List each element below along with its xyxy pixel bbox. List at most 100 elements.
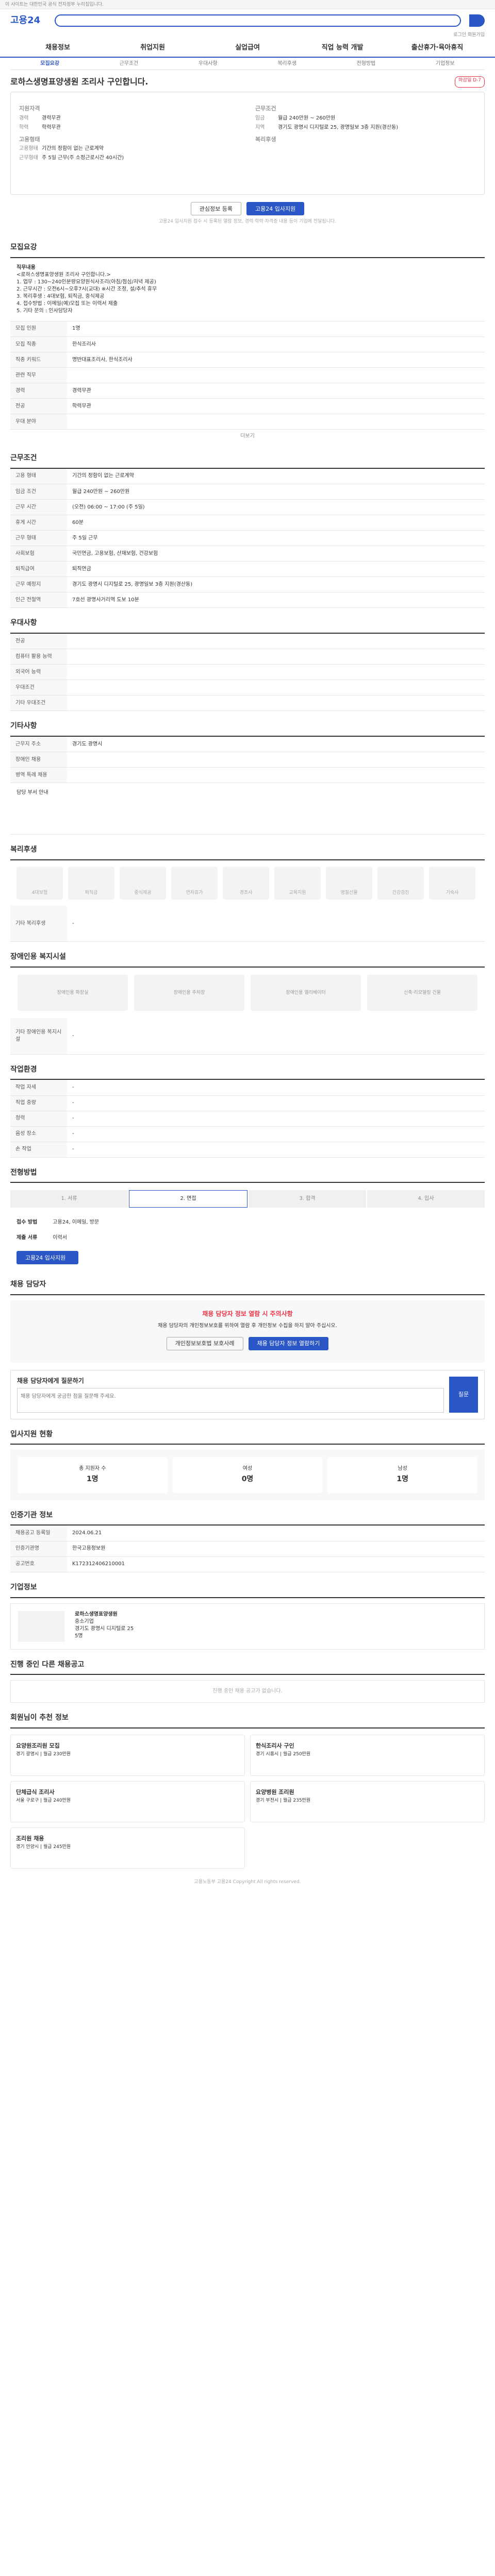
job-desc-title: 직무내용 [16, 264, 36, 270]
kv-key: 고용 형태 [10, 468, 67, 485]
nav-benefit[interactable]: 실업급여 [200, 43, 295, 53]
kv-key: 근무 형태 [10, 530, 67, 547]
kv-key: 기타 장애인용 복지시설 [10, 1018, 67, 1055]
qna-input[interactable] [17, 1388, 444, 1413]
kv-val: 2024.06.21 [67, 1526, 485, 1541]
kv-key: 임금 조건 [10, 484, 67, 500]
kv-val: 7호선 광명사거리역 도보 10분 [67, 592, 485, 608]
kv-val [67, 649, 485, 665]
form-heading: 고용형태 [19, 135, 40, 143]
reco-card[interactable]: 조리원 채용 경기 안양시 | 월급 245만원 [10, 1827, 245, 1869]
kv-val [67, 680, 485, 696]
grid-item: 연차휴가 [171, 866, 218, 900]
nav-jobs[interactable]: 채용정보 [10, 43, 105, 53]
grid-item: 장애인용 주차장 [134, 975, 244, 1011]
kv-val: 월급 240만원 ~ 260만원 [67, 484, 485, 500]
kv-key: 공고번호 [10, 1556, 67, 1572]
kv-val: - [67, 1126, 485, 1142]
tab-pref[interactable]: 우대사항 [169, 60, 248, 67]
kv-val [67, 414, 485, 430]
kv-key: 근무지 주소 [10, 736, 67, 753]
tab-recruit[interactable]: 모집요강 [10, 60, 89, 67]
tab-company[interactable]: 기업정보 [406, 60, 485, 67]
reco-title: 단체급식 조리사 [16, 1788, 55, 1795]
footer: 고용노동부 고용24 Copyright All rights reserved… [194, 1879, 301, 1885]
privacy-button[interactable]: 개인정보보호법 보호사례 [166, 1336, 243, 1350]
kv-key: 퇴직급여 [10, 561, 67, 578]
kv-key: 컴퓨터 활용 능력 [10, 649, 67, 665]
reco-meta: 경기 안양시 | 월급 245만원 [16, 1844, 71, 1850]
kv-val: 경기도 광명시 디지털로 25, 광명일보 3층 지원(경산동) [67, 577, 485, 593]
grid-item: 4대보험 [16, 866, 63, 900]
nav-training[interactable]: 직업 능력 개발 [295, 43, 390, 53]
stat-female: 여성 0명 [172, 1457, 323, 1493]
kv-key: 모집 인원 [10, 321, 67, 337]
work-section: 근무조건 고용 형태 기간의 정함이 없는 근로계약 임금 조건 월급 240만원 ~… [10, 443, 485, 608]
tab-welfare[interactable]: 복리후생 [248, 60, 326, 67]
kv-val: 주 5일 근무 [67, 530, 485, 547]
view-contact-button[interactable]: 채용 담당자 정보 열람하기 [248, 1336, 329, 1350]
section-title: 전형방법 [10, 1168, 485, 1183]
nav-support[interactable]: 취업지원 [105, 43, 200, 53]
section-title: 우대사항 [10, 618, 485, 634]
warning-title: 채용 담당자 정보 열람 시 주의사항 [202, 1310, 293, 1317]
scrap-button[interactable]: 관심정보 등록 [190, 202, 241, 216]
reco-meta: 경기 부천시 | 월급 235만원 [256, 1798, 311, 1804]
contact-section: 채용 담당자 채용 담당자 정보 열람 시 주의사항 채용 담당자의 개인정보보… [10, 1269, 485, 1419]
kv-val: K172312406210001 [67, 1556, 485, 1572]
kv-val: - [67, 1095, 485, 1111]
kv-val: 1명 [67, 321, 485, 337]
kv-val: 한국고용정보원 [67, 1541, 485, 1557]
kv-val: 한식조리사 [67, 336, 485, 353]
kv-val: 기간의 정함이 없는 근로계약 [42, 146, 104, 152]
tab-process[interactable]: 전형방법 [326, 60, 405, 67]
job-summary: 지원자격 경력 경력무관 학력 학력무관 고용형태 고용형태 기간의 정함이 없는 근… [10, 92, 485, 195]
company-section: 기업정보 로하스생명표양생원 중소기업 경기도 광명시 디지털로 25 5명 [10, 1572, 485, 1650]
kv-val: 국민연금, 고용보험, 산재보험, 건강보험 [67, 546, 485, 562]
qual-heading: 지원자격 [19, 105, 40, 112]
warning-text: 채용 담당자의 개인정보보호를 위하여 열람 후 개인정보 수집을 하지 말아 … [158, 1323, 337, 1329]
section-title: 모집요강 [10, 243, 485, 258]
section-title: 장애인용 복지시설 [10, 952, 485, 968]
company-addr: 경기도 광명시 디지털로 25 [75, 1625, 134, 1632]
reco-card[interactable]: 한식조리사 구인 경기 시흥시 | 월급 250만원 [250, 1734, 485, 1776]
kv-key: 학력 [19, 124, 29, 130]
reco-card[interactable]: 요양병원 조리원 경기 부천시 | 월급 235만원 [250, 1781, 485, 1822]
search-icon[interactable] [469, 14, 485, 27]
kv-key: 인증기관명 [10, 1541, 67, 1557]
step-1: 1. 서류 [10, 1190, 128, 1208]
reco-card[interactable]: 요양원조리원 모집 경기 광명시 | 월급 230만원 [10, 1734, 245, 1776]
search-input[interactable] [55, 14, 461, 27]
kv-key: 근무 시간 [10, 499, 67, 516]
kv-val: 주 5일 근무(주 소정근로시간 40시간) [42, 155, 124, 161]
company-emp: 5명 [75, 1633, 83, 1639]
kv-key: 기타 복리후생 [10, 905, 67, 942]
nav-leave[interactable]: 출산휴가·육아휴직 [390, 43, 485, 53]
kv-val: 명반대표조리사, 한식조리사 [67, 352, 485, 368]
kv-val: 기간의 정함이 없는 근로계약 [67, 468, 485, 485]
tab-work[interactable]: 근무조건 [89, 60, 168, 67]
site-logo[interactable]: 고용24 [10, 14, 46, 27]
kv-key: 음성 장소 [10, 1126, 67, 1142]
kv-key: 우대 분야 [10, 414, 67, 430]
apply-button-2[interactable]: 고용24 입사지원 [16, 1251, 78, 1265]
reco-card[interactable]: 단체급식 조리사 서울 구로구 | 월급 240만원 [10, 1781, 245, 1822]
kv-key: 인근 전철역 [10, 592, 67, 608]
grid-item: 건강검진 [377, 866, 424, 900]
util-links[interactable]: 로그인 회원가입 [0, 32, 495, 39]
grid-item: 교육지원 [274, 866, 321, 900]
step-2: 2. 면접 [129, 1190, 248, 1208]
grid-item: 장애인용 엘리베이터 [251, 975, 361, 1011]
qna-submit-button[interactable]: 질문 [449, 1376, 478, 1413]
apply-button[interactable]: 고용24 입사지원 [246, 202, 305, 216]
kv-val [67, 664, 485, 681]
kv-key: 우대조건 [10, 680, 67, 696]
section-title: 작업환경 [10, 1065, 485, 1080]
kv-val [67, 633, 485, 650]
grid-item: 명절선물 [326, 866, 372, 900]
kv-val: 학력무관 [42, 124, 61, 130]
kv-key: 휴게 시간 [10, 515, 67, 531]
step-3: 3. 합격 [249, 1190, 366, 1208]
more-button[interactable]: 더보기 [10, 430, 485, 443]
kv-val: 이력서 [53, 1235, 67, 1241]
